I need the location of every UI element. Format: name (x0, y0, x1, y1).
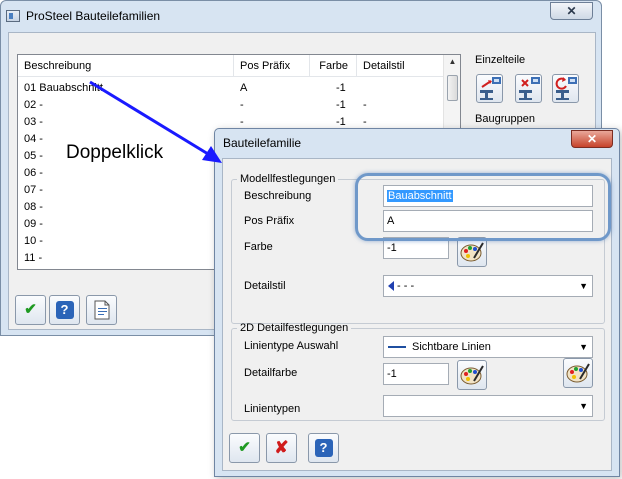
column-header-farbe[interactable]: Farbe (310, 55, 357, 77)
scrollbar-thumb[interactable] (447, 75, 458, 101)
app-icon (6, 10, 20, 22)
document-icon (94, 300, 109, 320)
scroll-up-arrow-icon[interactable]: ▲ (444, 57, 460, 66)
list-cell-desc: 04 - (24, 133, 43, 145)
dialog-close-button[interactable]: ✕ (571, 130, 613, 148)
list-cell-farbe: -1 (336, 82, 346, 94)
column-header-pos-praefix[interactable]: Pos Präfix (234, 55, 310, 77)
list-cell-desc: 01 Bauabschnitt (24, 82, 103, 94)
chevron-down-icon: ▼ (579, 281, 588, 291)
color-palette-icon (566, 363, 590, 383)
list-cell-desc: 08 - (24, 201, 43, 213)
einzelteile-label: Einzelteile (475, 54, 526, 66)
delete-einzelteil-button[interactable] (515, 74, 542, 103)
main-ok-button[interactable]: ✔ (15, 295, 46, 325)
color-palette-icon (460, 242, 484, 262)
help-icon: ? (55, 301, 74, 320)
list-cell-desc: 10 - (24, 235, 43, 247)
linientypen-label: Linientypen (244, 403, 301, 415)
list-header: Beschreibung Pos Präfix Farbe Detailstil (18, 55, 460, 77)
farbe-color-button[interactable] (457, 237, 487, 267)
beschreibung-label: Beschreibung (244, 190, 312, 202)
line-style-marker-icon (388, 281, 394, 292)
main-close-button[interactable]: ✕ (550, 2, 593, 20)
add-part-icon (480, 77, 501, 100)
detailfarbe-input[interactable]: -1 (383, 363, 449, 385)
list-cell-desc: 06 - (24, 167, 43, 179)
pos-praefix-label: Pos Präfix (244, 215, 295, 227)
beschreibung-highlight-frame (355, 173, 611, 241)
dialog-help-button[interactable]: ? (308, 433, 339, 463)
doppelklick-annotation: Doppelklick (66, 142, 164, 163)
detailstil-select[interactable]: - - - ▼ (383, 275, 593, 297)
color-palette-icon (460, 365, 484, 385)
detailfarbe-color-button[interactable] (457, 360, 487, 390)
list-cell-farbe: -1 (336, 99, 346, 111)
list-cell-desc: 11 - (24, 252, 43, 264)
main-titlebar[interactable]: ProSteel Bauteilefamilien ✕ (1, 1, 601, 31)
refresh-part-icon (555, 77, 577, 100)
list-cell-desc: 09 - (24, 218, 43, 230)
detailfarbe-label: Detailfarbe (244, 367, 298, 379)
dialog-title: Bauteilefamilie (223, 136, 302, 150)
dialog-ok-button[interactable]: ✔ (229, 433, 260, 463)
list-cell-desc: 03 - (24, 116, 43, 128)
dialog-cancel-button[interactable]: ✘ (266, 433, 297, 463)
list-cell-prefix: A (240, 82, 248, 94)
list-cell-desc: 07 - (24, 184, 43, 196)
list-cell-prefix: - (240, 99, 244, 111)
list-cell-desc: 05 - (24, 150, 43, 162)
column-header-detailstil[interactable]: Detailstil (357, 55, 445, 77)
delete-part-icon (519, 77, 540, 100)
baugruppen-label: Baugruppen (475, 113, 535, 125)
column-header-beschreibung[interactable]: Beschreibung (18, 55, 234, 77)
help-icon: ? (314, 439, 333, 458)
detailstil-value: - - - (397, 280, 415, 292)
linientype-label: Linientype Auswahl (244, 340, 339, 352)
checkmark-icon: ✔ (238, 439, 251, 456)
cancel-x-icon: ✘ (274, 438, 289, 457)
main-export-button[interactable] (86, 295, 117, 325)
linientype-select[interactable]: Sichtbare Linien ▼ (383, 336, 593, 358)
list-cell-desc: 02 - (24, 99, 43, 111)
detailstil-label: Detailstil (244, 280, 286, 292)
list-item[interactable]: 01 Bauabschnitt A -1 (18, 80, 460, 97)
linientypen-color-button[interactable] (563, 358, 593, 388)
add-einzelteil-button[interactable] (476, 74, 503, 103)
linientypen-select[interactable]: ▼ (383, 395, 593, 417)
refresh-einzelteil-button[interactable] (552, 74, 579, 103)
checkmark-icon: ✔ (24, 301, 37, 318)
line-sample-icon (388, 346, 406, 349)
list-cell-detail: - (363, 99, 367, 111)
2d-detailfestlegungen-legend: 2D Detailfestlegungen (240, 322, 349, 334)
chevron-down-icon: ▼ (579, 401, 588, 411)
modellfestlegungen-legend: Modellfestlegungen (240, 173, 336, 185)
farbe-label: Farbe (244, 241, 273, 253)
chevron-down-icon: ▼ (579, 342, 588, 352)
linientype-value: Sichtbare Linien (412, 341, 491, 353)
main-window-title: ProSteel Bauteilefamilien (26, 9, 161, 23)
list-item[interactable]: 02 - - -1 - (18, 97, 460, 114)
main-help-button[interactable]: ? (49, 295, 80, 325)
